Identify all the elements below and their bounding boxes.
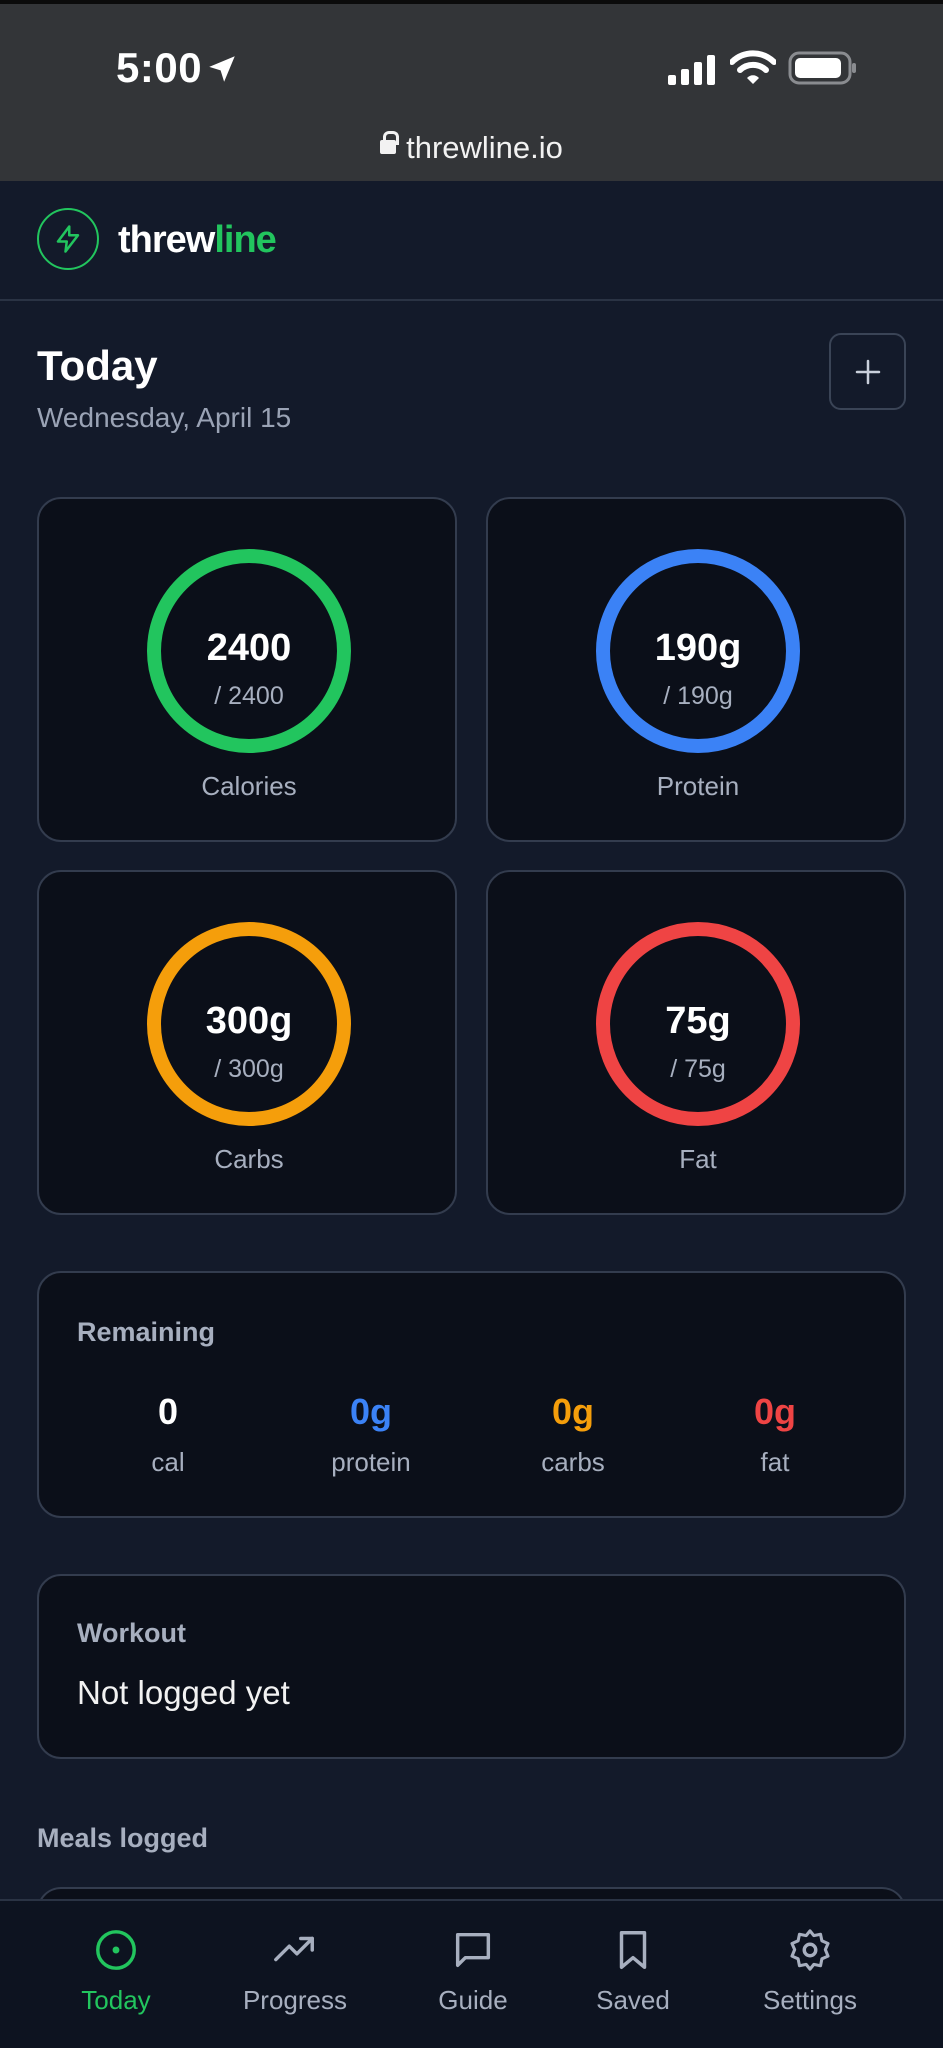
macro-goal: / 300g <box>214 1055 284 1083</box>
meals-title: Meals logged <box>37 1823 209 1853</box>
macro-label: Calories <box>201 771 297 801</box>
remaining-value: 0 <box>157 1391 179 1432</box>
remaining-calories: 0 cal <box>68 1391 268 1478</box>
macro-label: Fat <box>679 1144 717 1174</box>
workout-status: Not logged yet <box>77 1674 290 1711</box>
macro-card-carbs[interactable]: 300g / 300g Carbs <box>37 870 457 1215</box>
macro-card-protein[interactable]: 190g / 190g Protein <box>486 497 906 842</box>
remaining-value: 0g <box>349 1391 392 1432</box>
workout-title: Workout <box>77 1618 186 1648</box>
plus-icon <box>855 359 880 384</box>
chat-bubble-icon <box>455 1932 491 1968</box>
lightning-bolt-icon <box>56 225 80 253</box>
battery-icon <box>788 51 856 85</box>
remaining-protein: 0g protein <box>271 1391 471 1478</box>
location-arrow-icon <box>209 56 235 82</box>
macro-label: Protein <box>656 771 740 801</box>
remaining-unit: protein <box>331 1447 411 1477</box>
nav-label: Guide <box>438 1985 508 2015</box>
url-text: threwline.io <box>406 130 563 165</box>
nav-item-progress[interactable]: Progress <box>215 1927 375 2016</box>
macro-value: 300g <box>205 1000 293 1042</box>
macro-value: 75g <box>665 1000 731 1042</box>
nav-label: Today <box>81 1985 151 2015</box>
macro-card-fat[interactable]: 75g / 75g Fat <box>486 870 906 1215</box>
cellular-signal-icon <box>668 55 715 85</box>
nav-label: Saved <box>596 1985 670 2015</box>
bottom-nav: Today Progress Guide Saved Settings <box>0 1899 943 2048</box>
remaining-carbs: 0g carbs <box>473 1391 673 1478</box>
status-time: 5:00 <box>116 44 203 91</box>
nav-label: Progress <box>242 1985 348 2015</box>
remaining-panel: Remaining 0 cal 0g protein 0g carbs 0g f… <box>37 1271 906 1518</box>
nav-item-guide[interactable]: Guide <box>393 1927 553 2016</box>
remaining-value: 0g <box>551 1391 594 1432</box>
macro-goal: / 2400 <box>214 682 284 710</box>
remaining-unit: carbs <box>541 1447 605 1477</box>
logo-badge[interactable] <box>37 208 99 270</box>
remaining-unit: fat <box>760 1447 790 1477</box>
nav-item-saved[interactable]: Saved <box>553 1927 713 2016</box>
lock-icon <box>380 130 400 154</box>
remaining-title: Remaining <box>77 1317 216 1347</box>
brand-wordmark[interactable]: threwline <box>118 219 277 262</box>
browser-chrome: 5:00 threwline.io <box>0 0 943 181</box>
brand-part2: line <box>214 219 276 261</box>
page-date: Wednesday, April 15 <box>37 402 292 433</box>
address-bar[interactable]: threwline.io <box>0 130 943 166</box>
remaining-unit: cal <box>151 1447 185 1477</box>
macro-value: 2400 <box>206 627 292 669</box>
app-header: threwline <box>0 181 943 301</box>
macro-label: Carbs <box>214 1144 284 1174</box>
gear-icon <box>790 1929 830 1971</box>
remaining-fat: 0g fat <box>675 1391 875 1478</box>
target-icon <box>96 1930 136 1970</box>
workout-panel[interactable]: Workout Not logged yet <box>37 1574 906 1759</box>
nav-item-today[interactable]: Today <box>36 1927 196 2016</box>
nav-item-settings[interactable]: Settings <box>730 1927 890 2016</box>
macro-goal: / 190g <box>663 682 733 710</box>
top-edge <box>0 0 943 4</box>
nav-label: Settings <box>763 1985 857 2015</box>
wifi-icon <box>730 50 776 84</box>
macro-card-calories[interactable]: 2400 / 2400 Calories <box>37 497 457 842</box>
brand-part1: threw <box>118 219 215 261</box>
remaining-value: 0g <box>753 1391 796 1432</box>
bookmark-icon <box>619 1931 647 1969</box>
macro-goal: / 75g <box>670 1055 726 1083</box>
add-entry-button[interactable] <box>829 333 906 410</box>
macro-value: 190g <box>654 627 742 669</box>
page-title: Today <box>37 342 158 389</box>
trending-up-icon <box>274 1936 314 1962</box>
